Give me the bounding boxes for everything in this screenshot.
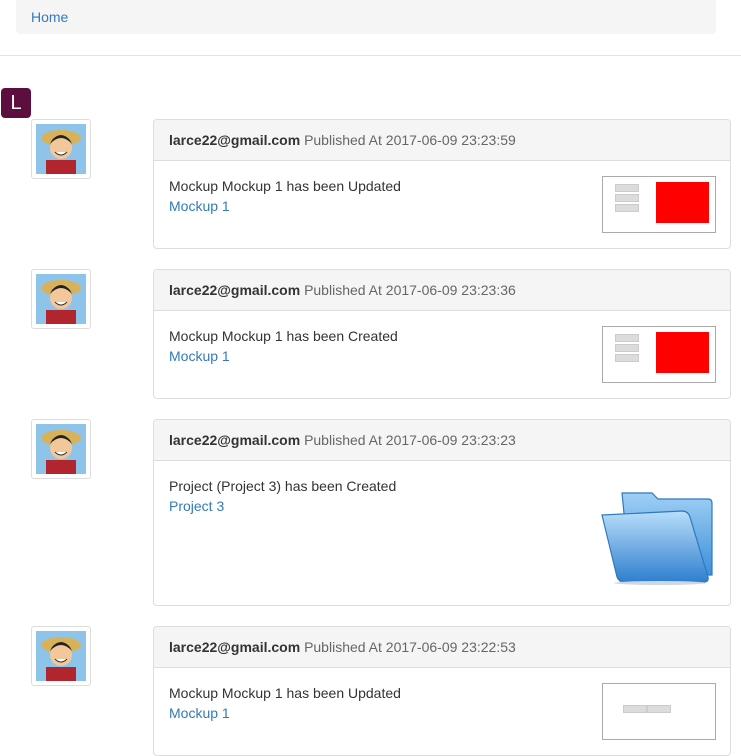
published-timestamp: Published At 2017-06-09 23:23:36 (304, 282, 516, 298)
feed-item-body: Mockup Mockup 1 has been Updated Mockup … (154, 668, 730, 740)
folder-icon[interactable] (600, 487, 716, 585)
divider (0, 55, 741, 56)
thumbnail-button-shape (615, 334, 639, 342)
avatar-image (36, 124, 86, 174)
avatar-image (36, 631, 86, 681)
author-email: larce22@gmail.com (169, 132, 301, 148)
feed-item-header: larce22@gmail.com Published At 2017-06-0… (154, 627, 730, 668)
avatar-image (36, 274, 86, 324)
avatar[interactable] (31, 119, 91, 179)
avatar-image (36, 424, 86, 474)
feed-item-body: Mockup Mockup 1 has been Created Mockup … (154, 311, 730, 383)
published-timestamp: Published At 2017-06-09 23:23:59 (304, 132, 516, 148)
mockup-thumbnail[interactable] (602, 326, 716, 383)
thumbnail-button-shape (623, 705, 647, 713)
thumbnail-red-box (656, 182, 709, 223)
feed-item: larce22@gmail.com Published At 2017-06-0… (153, 419, 731, 606)
thumbnail-button-shape (615, 344, 639, 352)
mockup-thumbnail[interactable] (602, 683, 716, 740)
avatar[interactable] (31, 626, 91, 686)
thumbnail-red-box (656, 332, 709, 373)
feed-item: larce22@gmail.com Published At 2017-06-0… (153, 119, 731, 249)
published-timestamp: Published At 2017-06-09 23:22:53 (304, 639, 516, 655)
feed-item-header: larce22@gmail.com Published At 2017-06-0… (154, 270, 730, 311)
mockup-thumbnail[interactable] (602, 176, 716, 233)
feed-item: larce22@gmail.com Published At 2017-06-0… (153, 269, 731, 399)
feed-item-header: larce22@gmail.com Published At 2017-06-0… (154, 420, 730, 461)
feed-item-body: Project (Project 3) has been Created Pro… (154, 461, 730, 585)
thumbnail-button-shape (615, 184, 639, 192)
feed-item-header: larce22@gmail.com Published At 2017-06-0… (154, 120, 730, 161)
feed-item-body: Mockup Mockup 1 has been Updated Mockup … (154, 161, 730, 233)
published-timestamp: Published At 2017-06-09 23:23:23 (304, 432, 516, 448)
thumbnail-button-shape (615, 194, 639, 202)
feed-item: larce22@gmail.com Published At 2017-06-0… (153, 626, 731, 756)
user-initial-badge[interactable]: L (1, 88, 31, 118)
author-email: larce22@gmail.com (169, 432, 301, 448)
avatar[interactable] (31, 269, 91, 329)
author-email: larce22@gmail.com (169, 639, 301, 655)
thumbnail-button-shape (647, 705, 671, 713)
thumbnail-button-shape (615, 354, 639, 362)
thumbnail-button-shape (615, 204, 639, 212)
breadcrumb-bar: Home (16, 0, 716, 34)
author-email: larce22@gmail.com (169, 282, 301, 298)
home-link[interactable]: Home (31, 9, 68, 25)
avatar[interactable] (31, 419, 91, 479)
